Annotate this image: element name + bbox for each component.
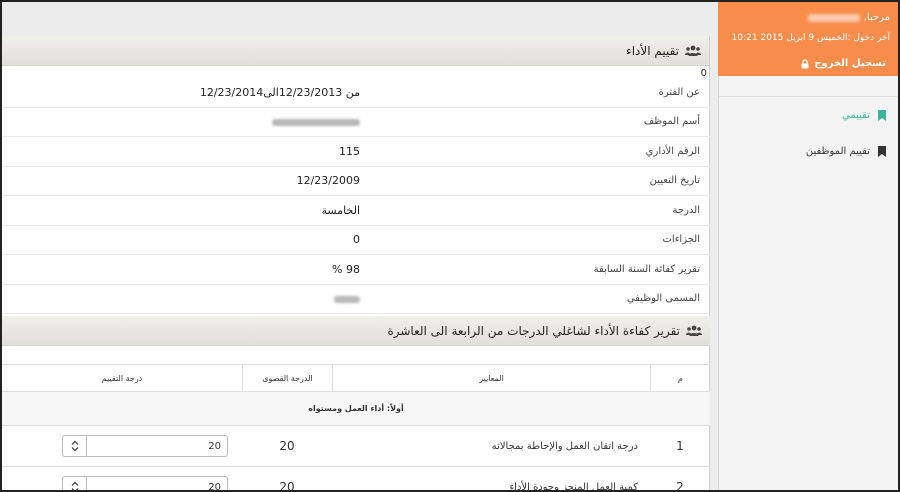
zero-marker: 0 <box>700 68 707 79</box>
column-header-criteria[interactable]: المعايير <box>332 365 650 391</box>
info-label: أسم الموظف <box>643 116 700 128</box>
users-icon <box>685 45 701 56</box>
score-input[interactable] <box>87 436 227 456</box>
lock-icon <box>801 58 809 68</box>
score-input[interactable] <box>87 477 227 490</box>
app-frame: تقييم الأداء 0 عن الفترة من 12/23/2013ال… <box>0 0 900 492</box>
bookmark-icon <box>878 145 886 157</box>
row-max-score: 20 <box>279 480 295 492</box>
column-header-score[interactable]: درجة التقييم <box>2 365 242 391</box>
info-value: من 12/23/2013الى12/23/2014 <box>199 85 360 99</box>
employee-info-table: عن الفترة من 12/23/2013الى12/23/2014 أسم… <box>2 78 710 314</box>
row-criteria: درجة اتقان العمل والإحاطة بمجالاته <box>491 440 638 452</box>
main-content: تقييم الأداء 0 عن الفترة من 12/23/2013ال… <box>2 36 710 492</box>
info-label: الجزاءات <box>662 234 700 246</box>
info-row-penalties: الجزاءات 0 <box>2 226 710 255</box>
score-stepper[interactable] <box>62 435 228 457</box>
criteria-table-header: م المعايير الدرجة القصوى درجة التقييم <box>2 364 710 392</box>
info-label: الدرجة <box>672 204 700 216</box>
column-header-max-score[interactable]: الدرجة القصوى <box>242 365 332 391</box>
info-value: 115 <box>339 144 360 158</box>
info-row-employee-name: أسم الموظف <box>2 108 710 137</box>
info-row-hire-date: تاريخ التعيين 12/23/2009 <box>2 167 710 196</box>
panel-title: تقرير كفاءة الأداء لشاغلي الدرجات من الر… <box>387 323 680 338</box>
sidebar-item-label: تقييمي <box>842 109 870 121</box>
info-label: تقرير كفائة السنة السابقة <box>593 263 700 275</box>
sidebar-item-my-evaluation[interactable]: تقييمي <box>718 97 898 133</box>
info-label: تاريخ التعيين <box>649 175 700 187</box>
panel-header-performance: تقييم الأداء <box>2 36 709 66</box>
score-stepper[interactable] <box>62 476 228 490</box>
row-number: 2 <box>676 480 684 492</box>
info-value: 12/23/2009 <box>296 174 360 188</box>
user-box: مرحبا, آخر دخول :الخميس 9 ابريل 2015 10:… <box>718 2 898 76</box>
info-value-redacted <box>2 292 360 305</box>
greeting-text: مرحبا, <box>863 12 890 23</box>
row-criteria: كمية العمل المنجز وجودة الأداء <box>509 481 638 492</box>
info-label: المسمى الوظيفي <box>626 293 700 305</box>
row-score-cell <box>2 476 242 490</box>
stepper-button[interactable] <box>63 436 87 456</box>
table-row: 1 درجة اتقان العمل والإحاطة بمجالاته 20 <box>2 426 710 467</box>
sidebar: مرحبا, آخر دخول :الخميس 9 ابريل 2015 10:… <box>718 2 898 490</box>
sidebar-menu: تقييمي تقييم الموظفين <box>718 96 898 169</box>
row-max-score: 20 <box>279 439 295 453</box>
logout-label: تسجيل الخروج <box>814 58 886 69</box>
sidebar-item-employee-evaluation[interactable]: تقييم الموظفين <box>718 133 898 169</box>
info-row-period: عن الفترة من 12/23/2013الى12/23/2014 <box>2 78 710 108</box>
row-number: 1 <box>676 439 684 453</box>
table-row: 2 كمية العمل المنجز وجودة الأداء 20 <box>2 467 710 492</box>
redacted-name <box>272 118 360 126</box>
efficiency-report-section: تقرير كفاءة الأداء لشاغلي الدرجات من الر… <box>2 316 710 492</box>
users-icon <box>686 325 702 336</box>
bookmark-icon <box>878 109 886 121</box>
sidebar-item-label: تقييم الموظفين <box>805 145 870 157</box>
redacted-job-title <box>334 295 360 303</box>
info-row-previous-efficiency: تقرير كفائة السنة السابقة 98 % <box>2 255 710 285</box>
info-value: الخامسة <box>321 203 360 217</box>
panel-title: تقييم الأداء <box>626 43 679 58</box>
column-header-number[interactable]: م <box>650 365 710 391</box>
info-value: 98 % <box>332 262 360 276</box>
panel-header-efficiency: تقرير كفاءة الأداء لشاغلي الدرجات من الر… <box>2 316 710 346</box>
logout-link[interactable]: تسجيل الخروج <box>800 58 886 69</box>
redacted-user-name <box>807 13 860 22</box>
info-value-redacted <box>2 115 360 128</box>
info-row-admin-number: الرقم الأداري 115 <box>2 137 710 167</box>
info-row-job-title: المسمى الوظيفي <box>2 285 710 314</box>
chevron-up-down-icon <box>71 481 78 490</box>
info-label: الرقم الأداري <box>645 145 700 157</box>
info-label: عن الفترة <box>658 86 700 98</box>
info-value: 0 <box>353 233 360 247</box>
stepper-button[interactable] <box>63 477 87 490</box>
criteria-group-row: أولاً: أداء العمل ومستواه <box>2 392 710 426</box>
greeting: مرحبا, <box>726 12 890 23</box>
row-score-cell <box>2 435 242 457</box>
last-login: آخر دخول :الخميس 9 ابريل 2015 10:21 <box>731 33 890 43</box>
info-row-grade: الدرجة الخامسة <box>2 196 710 226</box>
chevron-up-down-icon <box>71 440 78 452</box>
